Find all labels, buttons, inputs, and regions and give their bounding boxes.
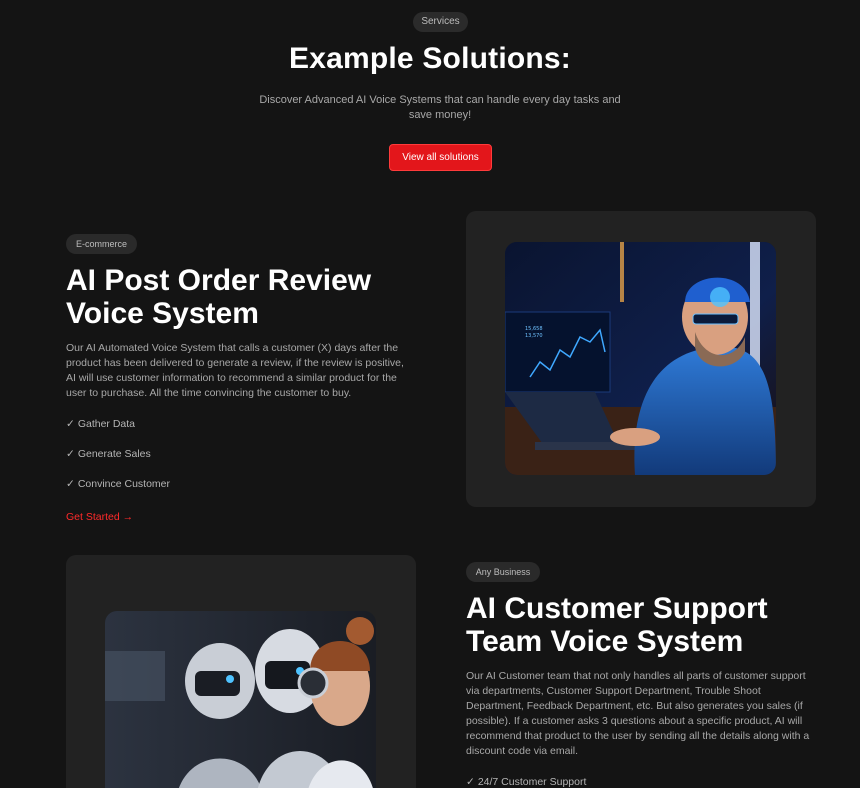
get-started-label: Get Started [66,511,120,523]
chart-label-1: 15,658 [525,326,543,332]
feature-label: Gather Data [77,418,136,430]
solution2-title-line1: AI Customer Support [466,592,768,625]
feature-item: ✓ Gather Data [66,417,135,431]
feature-label: Generate Sales [77,448,151,460]
check-icon: ✓ [66,448,75,460]
page-subtitle: Discover Advanced AI Voice Systems that … [250,93,630,123]
feature-label: Convince Customer [77,478,171,490]
solution2-title: AI Customer Support Team Voice System [466,592,826,658]
page-title: Example Solutions: [289,42,571,75]
solution2-title-line2: Team Voice System [466,625,744,658]
get-started-link[interactable]: Get Started → [66,510,133,524]
chart-label-2: 13,570 [525,333,543,339]
solution2-image [105,611,376,788]
feature-label: 24/7 Customer Support [477,776,587,788]
check-icon: ✓ [66,478,75,490]
feature-item: ✓ Generate Sales [66,447,151,461]
feature-item: ✓ 24/7 Customer Support [466,775,586,788]
solution1-image: 15,658 13,570 [505,242,776,475]
solution1-title-line2: Voice System [66,297,259,330]
solution1-description: Our AI Automated Voice System that calls… [66,342,404,399]
subtitle-line-1: Discover Advanced AI Voice Systems that … [259,94,621,106]
arrow-right-icon: → [122,511,134,523]
solution1-title-line1: AI Post Order Review [66,264,372,297]
check-icon: ✓ [66,418,75,430]
feature-item: ✓ Convince Customer [66,477,170,491]
solution2-description: Our AI Customer team that not only handl… [466,670,810,757]
tag-any-business: Any Business [466,562,540,582]
solution1-title: AI Post Order Review Voice System [66,264,446,330]
tag-ecommerce: E-commerce [66,234,137,254]
check-icon: ✓ [466,776,475,788]
view-all-solutions-button[interactable]: View all solutions [389,144,492,171]
services-pill: Services [413,12,468,32]
subtitle-line-2: save money! [408,109,472,121]
